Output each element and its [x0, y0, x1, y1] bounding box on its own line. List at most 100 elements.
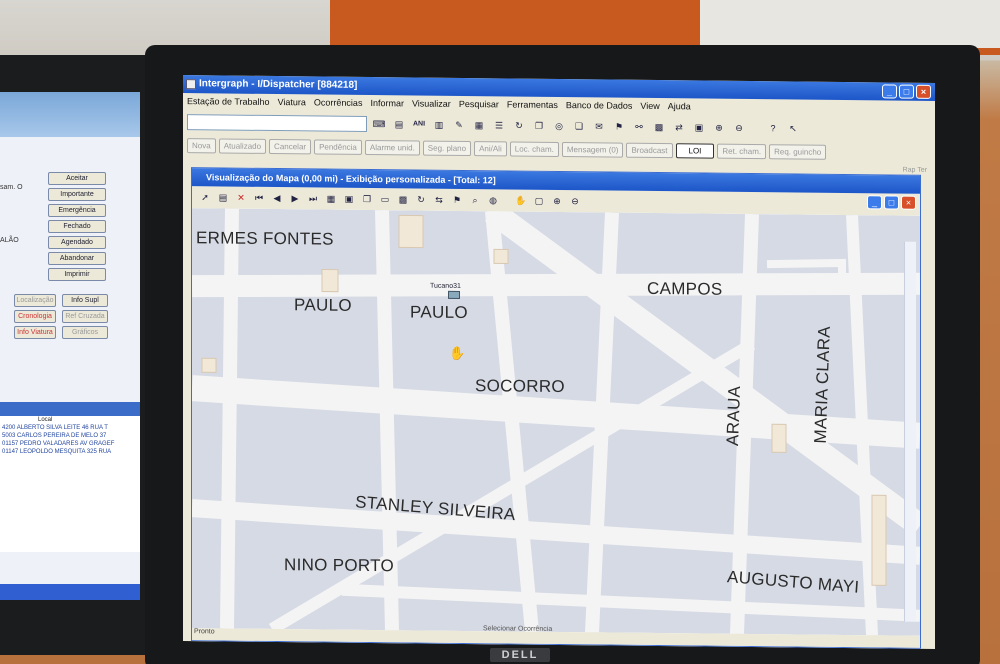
hand-cursor-icon: ✋: [449, 345, 466, 362]
table-row[interactable]: 5003 CARLOS PEREIRA DE MELO 37: [0, 432, 140, 440]
menu-pesquisar[interactable]: Pesquisar: [459, 96, 499, 112]
refresh-icon[interactable]: ↻: [511, 117, 527, 133]
list-header: Local: [38, 417, 53, 423]
brand-text: DELL: [501, 649, 539, 661]
map-canvas[interactable]: ERMES FONTES PAULO PAULO CAMPOS SOCORRO …: [192, 208, 920, 636]
menu-viatura[interactable]: Viatura: [278, 94, 306, 110]
last-icon[interactable]: ⏭: [306, 191, 320, 205]
context-help-icon[interactable]: ↖: [785, 120, 801, 136]
ani-ali-icon[interactable]: ANI: [411, 116, 427, 132]
sync-icon[interactable]: ⇄: [671, 119, 687, 135]
pages-icon[interactable]: ❏: [571, 118, 587, 134]
graficos-button[interactable]: Gráficos: [62, 326, 108, 339]
aceitar-button[interactable]: Aceitar: [48, 172, 106, 185]
menu-view[interactable]: View: [640, 98, 659, 114]
map-window: Visualização do Mapa (0,00 mi) - Exibiçã…: [191, 167, 921, 649]
mensagem-button[interactable]: Mensagem (0): [561, 141, 624, 158]
grid-icon[interactable]: ▩: [651, 119, 667, 135]
layer-icon[interactable]: ▦: [324, 192, 338, 206]
next-icon[interactable]: ▶: [288, 191, 302, 205]
zoom-out-icon[interactable]: ⊖: [731, 120, 747, 136]
workstation-combo[interactable]: [187, 114, 367, 132]
chart-icon[interactable]: ▥: [431, 117, 447, 133]
map-scrollbar[interactable]: [904, 241, 916, 622]
street-label-paulo-2: PAULO: [410, 302, 468, 323]
globe-icon[interactable]: ◍: [486, 193, 500, 207]
layers-icon[interactable]: ▣: [691, 119, 707, 135]
zoom-extent-icon[interactable]: ▢: [532, 194, 546, 208]
map-minimize-button[interactable]: _: [867, 195, 882, 210]
importante-button[interactable]: Importante: [48, 188, 106, 201]
info-supl-button[interactable]: Info Supl: [62, 294, 108, 307]
nova-button[interactable]: Nova: [187, 137, 216, 153]
menu-ocorrencias[interactable]: Ocorrências: [314, 94, 363, 111]
zoom-out-map-icon[interactable]: ⊖: [568, 194, 582, 208]
window-icon[interactable]: ❐: [360, 192, 374, 206]
localizacao-button[interactable]: Localização: [14, 294, 56, 307]
copy-icon[interactable]: ❐: [531, 118, 547, 134]
menu-informar[interactable]: Informar: [370, 95, 404, 111]
overview-icon[interactable]: ▩: [396, 192, 410, 206]
loi-button[interactable]: LOI: [675, 142, 715, 159]
vehicle-icon[interactable]: [448, 290, 460, 299]
fechado-button[interactable]: Fechado: [48, 220, 106, 233]
broadcast-button[interactable]: Broadcast: [626, 142, 673, 158]
seg-plano-button[interactable]: Seg. plano: [422, 140, 472, 156]
network-icon[interactable]: ⚯: [631, 119, 647, 135]
find-icon[interactable]: ⌕: [468, 193, 482, 207]
monitor-logo: DELL: [490, 648, 550, 662]
app-icon: [186, 79, 196, 90]
route-icon[interactable]: ⇆: [432, 193, 446, 207]
cancelar-button[interactable]: Cancelar: [269, 138, 312, 154]
prev-icon[interactable]: ◀: [270, 191, 284, 205]
menu-banco-dados[interactable]: Banco de Dados: [566, 97, 633, 114]
ret-cham-button[interactable]: Ret. cham.: [717, 143, 767, 159]
minimize-button[interactable]: _: [882, 84, 897, 99]
pointer-icon[interactable]: ➚: [198, 190, 212, 204]
agendado-button[interactable]: Agendado: [48, 236, 106, 249]
list-icon[interactable]: ☰: [491, 117, 507, 133]
menu-ferramentas[interactable]: Ferramentas: [507, 96, 558, 113]
loc-cham-button[interactable]: Loc. cham.: [509, 140, 559, 157]
units-icon[interactable]: ⚑: [450, 193, 464, 207]
alarme-button[interactable]: Alarme unid.: [364, 139, 420, 156]
first-icon[interactable]: ⏮: [252, 191, 266, 205]
frame-icon[interactable]: ▭: [378, 192, 392, 206]
report-icon[interactable]: ▦: [471, 117, 487, 133]
zoom-in-map-icon[interactable]: ⊕: [550, 194, 564, 208]
map-close-button[interactable]: ×: [901, 195, 916, 210]
maximize-button[interactable]: □: [899, 84, 914, 99]
unit-icon[interactable]: ⚑: [611, 119, 627, 135]
edit-icon[interactable]: ✎: [451, 117, 467, 133]
atualizado-button[interactable]: Atualizado: [218, 137, 267, 154]
delete-icon[interactable]: ✕: [234, 191, 248, 205]
zoom-in-icon[interactable]: ⊕: [711, 120, 727, 136]
info-viatura-button[interactable]: Info Viatura: [14, 326, 56, 339]
keyboard-icon[interactable]: ⌨: [371, 116, 387, 132]
legend-icon[interactable]: ▣: [342, 192, 356, 206]
emergencia-button[interactable]: Emergência: [48, 204, 106, 217]
redraw-icon[interactable]: ↻: [414, 192, 428, 206]
pendencia-button[interactable]: Pendência: [314, 138, 362, 155]
close-button[interactable]: ×: [916, 84, 931, 99]
ani-ali-button[interactable]: Ani/Ali: [474, 140, 507, 156]
menu-ajuda[interactable]: Ajuda: [668, 98, 691, 114]
message-icon[interactable]: ✉: [591, 118, 607, 134]
cronologia-button[interactable]: Cronologia: [14, 310, 56, 323]
pan-icon[interactable]: ✋: [514, 194, 528, 208]
street-label-socorro: SOCORRO: [475, 376, 565, 397]
table-row[interactable]: 01147 LEOPOLDO MESQUITA 325 RUA: [0, 448, 140, 456]
table-row[interactable]: 4200 ALBERTO SILVA LEITE 46 RUA T: [0, 424, 140, 432]
abandonar-button[interactable]: Abandonar: [48, 252, 106, 265]
menu-visualizar[interactable]: Visualizar: [412, 95, 451, 111]
imprimir-button[interactable]: Imprimir: [48, 268, 106, 281]
help-icon[interactable]: ?: [765, 120, 781, 136]
target-icon[interactable]: ◎: [551, 118, 567, 134]
map-maximize-button[interactable]: □: [884, 195, 899, 210]
ref-cruzada-button[interactable]: Ref Cruzada: [62, 310, 108, 323]
menu-estacao[interactable]: Estação de Trabalho: [187, 93, 270, 110]
document-icon[interactable]: ▤: [391, 116, 407, 132]
select-icon[interactable]: ▤: [216, 190, 230, 204]
req-guincho-button[interactable]: Req. guincho: [769, 143, 827, 160]
table-row[interactable]: 01157 PEDRO VALADARES AV GRAGEF: [0, 440, 140, 448]
